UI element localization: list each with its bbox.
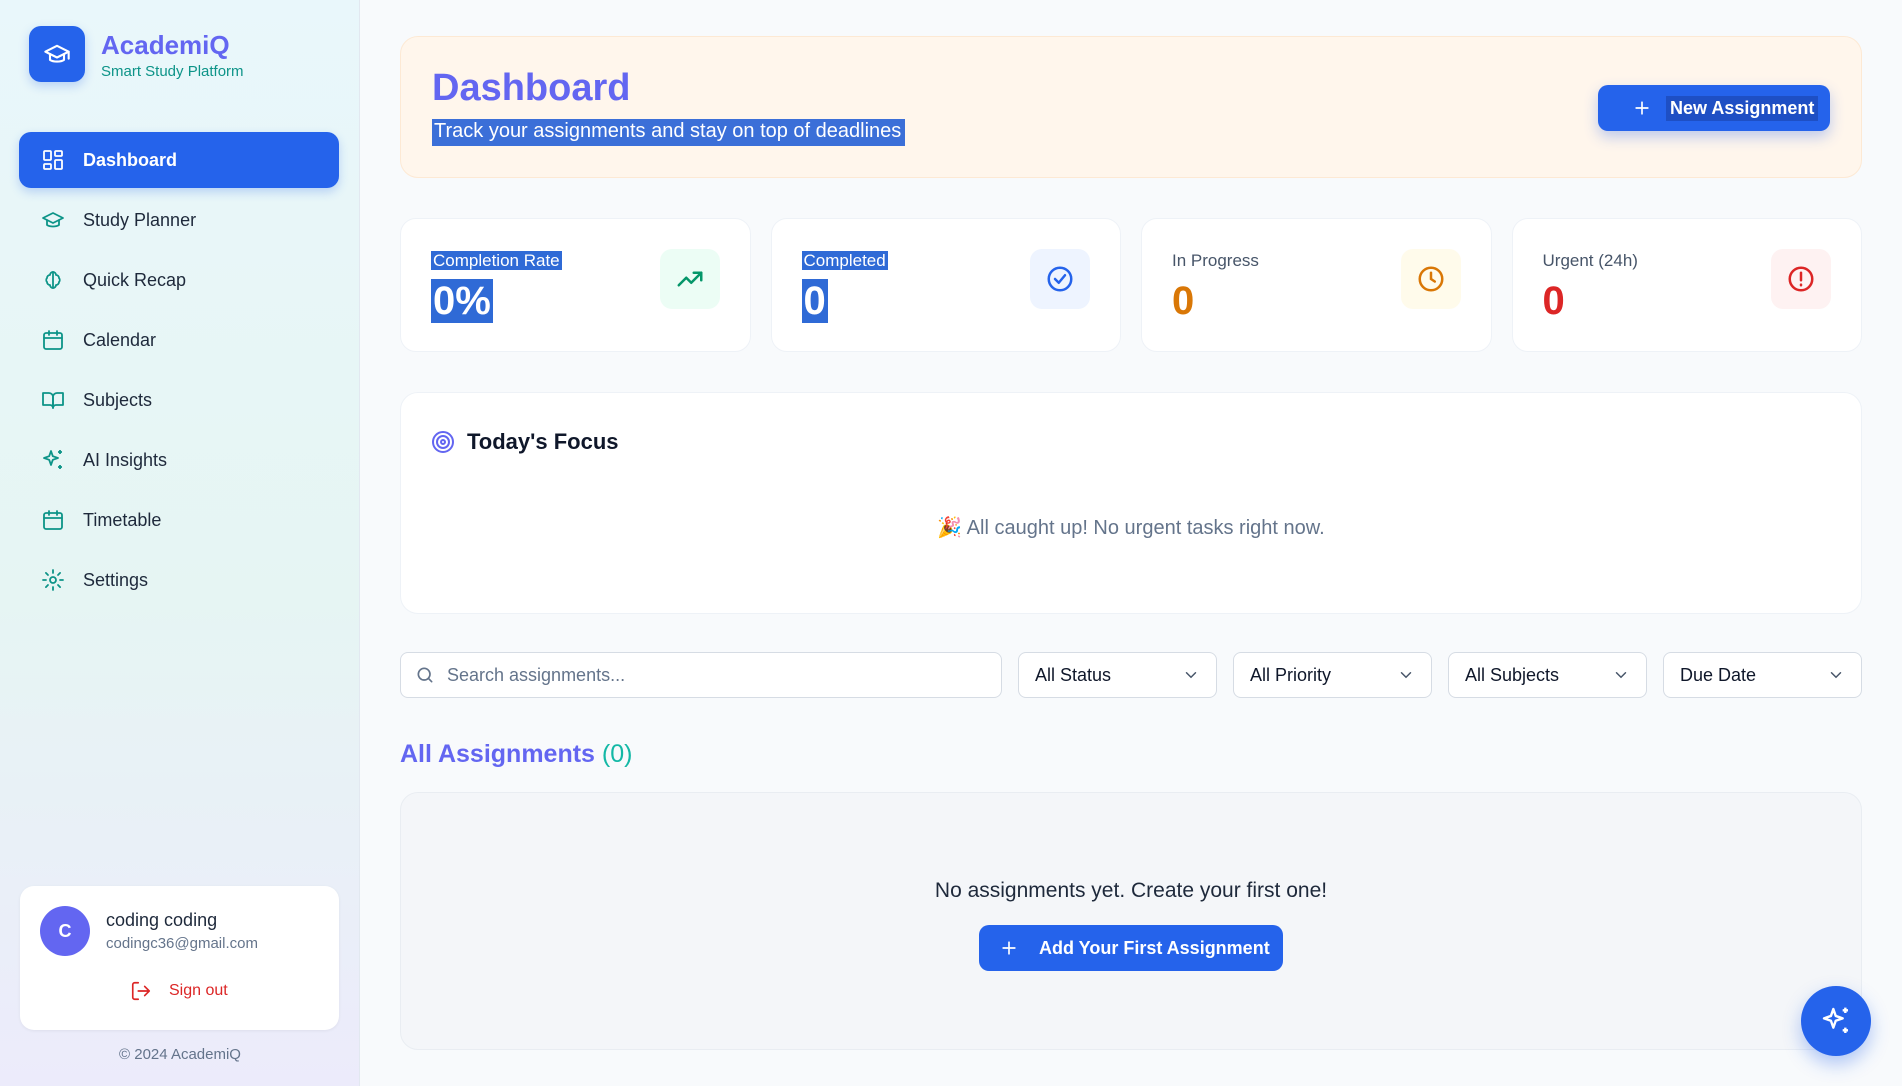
chevron-down-icon	[1830, 672, 1842, 679]
assignments-empty-state: No assignments yet. Create your first on…	[400, 792, 1862, 1050]
check-circle-icon	[1030, 249, 1090, 309]
page-subtitle: Track your assignments and stay on top o…	[432, 119, 906, 146]
sign-out-label: Sign out	[169, 982, 228, 999]
sort-select[interactable]: Due Date	[1663, 652, 1862, 698]
focus-empty-message: 🎉 All caught up! No urgent tasks right n…	[937, 517, 1325, 539]
stat-card-completion-rate: Completion Rate 0%	[400, 218, 751, 352]
sidebar-item-label: Settings	[83, 569, 149, 590]
sparkles-icon	[1822, 1007, 1848, 1033]
assignments-heading: All Assignments (0)	[400, 740, 632, 769]
new-assignment-label: New Assignment	[1666, 95, 1819, 121]
sidebar-item-quick-recap[interactable]: Quick Recap	[19, 252, 339, 308]
page-header: Dashboard Track your assignments and sta…	[400, 36, 1862, 178]
copyright: © 2024 AcademiQ	[119, 1046, 241, 1063]
stat-label: Completion Rate	[431, 251, 562, 270]
gear-icon	[42, 569, 64, 591]
stats-row: Completion Rate 0% Completed 0 In Progre…	[400, 218, 1862, 352]
sidebar: AcademiQ Smart Study Platform Dashboard …	[0, 0, 360, 1086]
stat-card-in-progress: In Progress 0	[1141, 218, 1492, 352]
graduation-cap-icon	[42, 212, 64, 228]
sidebar-item-label: AI Insights	[83, 449, 168, 470]
sidebar-item-timetable[interactable]: Timetable	[19, 492, 339, 548]
stat-label: In Progress	[1172, 251, 1259, 270]
subjects-filter-value: All Subjects	[1465, 664, 1560, 685]
book-open-icon	[42, 392, 64, 409]
sparkles-icon	[43, 450, 62, 469]
add-first-assignment-button[interactable]: Add Your First Assignment	[979, 925, 1283, 971]
stat-label: Urgent (24h)	[1542, 251, 1638, 270]
brain-icon	[45, 271, 61, 289]
sidebar-item-calendar[interactable]: Calendar	[19, 312, 339, 368]
ai-assistant-button[interactable]	[1801, 986, 1871, 1056]
user-name: coding coding	[106, 910, 218, 930]
page-title: Dashboard	[432, 67, 631, 109]
priority-filter-select[interactable]: All Priority	[1233, 652, 1432, 698]
sidebar-item-label: Quick Recap	[83, 269, 187, 290]
todays-focus-panel: Today's Focus 🎉 All caught up! No urgent…	[400, 392, 1862, 614]
plus-icon	[1635, 101, 1649, 115]
chevron-down-icon	[1615, 672, 1627, 679]
sort-value: Due Date	[1680, 664, 1757, 685]
calendar-icon	[43, 510, 63, 530]
search-icon	[417, 667, 433, 683]
user-card: C coding coding codingc36@gmail.com Sign…	[20, 886, 339, 1030]
calendar-icon	[43, 330, 63, 350]
main-content: Dashboard Track your assignments and sta…	[400, 36, 1862, 1050]
sidebar-item-label: Timetable	[83, 509, 162, 530]
brand[interactable]: AcademiQ Smart Study Platform	[29, 26, 244, 82]
plus-icon	[1002, 941, 1016, 955]
sidebar-item-settings[interactable]: Settings	[19, 552, 339, 608]
stat-card-urgent: Urgent (24h) 0	[1511, 218, 1862, 352]
sidebar-item-subjects[interactable]: Subjects	[19, 372, 339, 428]
sidebar-item-ai-insights[interactable]: AI Insights	[19, 432, 339, 488]
sidebar-nav: Dashboard Study Planner Quick Recap Cale…	[19, 132, 339, 612]
subjects-filter-select[interactable]: All Subjects	[1448, 652, 1647, 698]
add-first-assignment-label: Add Your First Assignment	[1039, 937, 1270, 958]
priority-filter-value: All Priority	[1250, 664, 1332, 685]
sidebar-item-label: Dashboard	[83, 149, 178, 170]
clock-icon	[1400, 249, 1461, 309]
log-out-icon	[131, 981, 151, 1001]
status-filter-value: All Status	[1035, 664, 1112, 685]
chevron-down-icon	[1185, 672, 1197, 679]
new-assignment-button[interactable]: New Assignment	[1598, 85, 1830, 131]
stat-value: 0	[1542, 279, 1565, 323]
user-email: codingc36@gmail.com	[106, 935, 258, 952]
stat-card-completed: Completed 0	[770, 218, 1121, 352]
brand-subtitle: Smart Study Platform	[101, 62, 244, 80]
target-icon	[432, 431, 454, 453]
status-filter-select[interactable]: All Status	[1018, 652, 1217, 698]
sign-out-button[interactable]: Sign out	[130, 980, 228, 1002]
alert-circle-icon	[1771, 249, 1831, 309]
stat-value: 0	[1172, 279, 1195, 323]
sidebar-item-study-planner[interactable]: Study Planner	[19, 192, 339, 248]
stat-value: 0%	[431, 279, 493, 323]
trending-up-icon	[659, 249, 720, 309]
assignments-title: All Assignments	[400, 740, 595, 768]
search-box[interactable]	[400, 652, 1002, 698]
graduation-cap-icon	[29, 26, 85, 82]
chevron-down-icon	[1400, 672, 1412, 679]
empty-state-message: No assignments yet. Create your first on…	[934, 879, 1328, 902]
focus-title: Today's Focus	[467, 429, 619, 454]
filter-bar: All Status All Priority All Subjects Due…	[400, 652, 1862, 698]
sidebar-item-label: Study Planner	[83, 209, 197, 230]
layout-grid-icon	[43, 150, 63, 170]
brand-title: AcademiQ	[101, 29, 230, 60]
sidebar-item-label: Subjects	[83, 389, 153, 410]
avatar[interactable]: C	[40, 906, 90, 956]
assignments-count: (0)	[601, 740, 633, 768]
search-input[interactable]	[447, 664, 987, 686]
stat-value: 0	[801, 279, 828, 323]
stat-label: Completed	[801, 251, 888, 270]
sidebar-item-dashboard[interactable]: Dashboard	[19, 132, 339, 188]
sidebar-item-label: Calendar	[83, 329, 157, 350]
